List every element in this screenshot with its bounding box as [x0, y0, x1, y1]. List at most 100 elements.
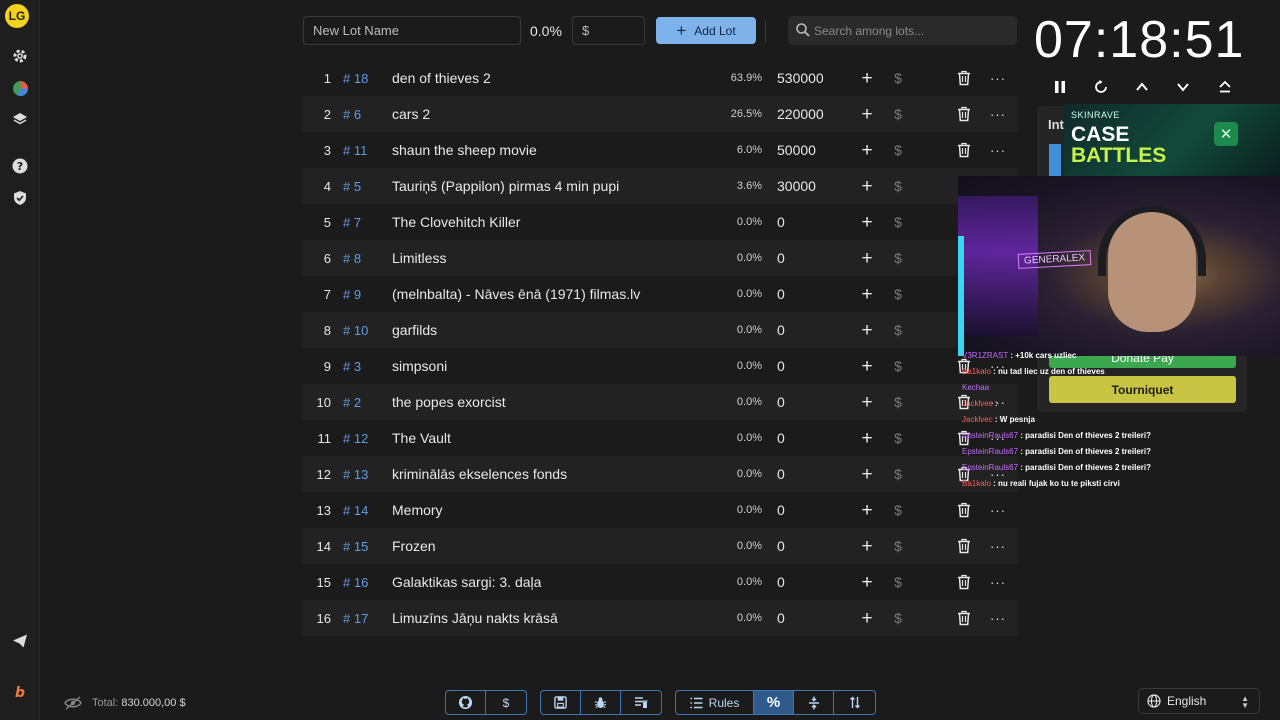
lot-amount[interactable]: 0	[777, 358, 785, 374]
lot-name[interactable]: Limuzīns Jāņu nakts krāsā	[392, 610, 558, 626]
donation-button[interactable]: $	[892, 250, 904, 266]
donation-button[interactable]: $	[892, 430, 904, 446]
lot-amount[interactable]: 0	[777, 394, 785, 410]
donation-button[interactable]: $	[892, 322, 904, 338]
language-select[interactable]: English ▲ ▼	[1138, 688, 1260, 714]
lot-id-link[interactable]: # 3	[343, 359, 361, 374]
add-amount-button[interactable]: +	[859, 249, 875, 268]
send-icon[interactable]	[10, 631, 30, 651]
donation-button[interactable]: $	[892, 358, 904, 374]
donation-button[interactable]: $	[892, 142, 904, 158]
lot-amount[interactable]: 0	[777, 502, 785, 518]
trash-icon[interactable]	[957, 502, 971, 518]
search-input[interactable]	[814, 16, 1014, 45]
pie-chart-icon[interactable]	[10, 78, 30, 98]
lot-amount[interactable]: 0	[777, 466, 785, 482]
donation-button[interactable]: $	[892, 286, 904, 302]
help-icon[interactable]: ?	[10, 156, 30, 176]
sort-button[interactable]	[834, 691, 875, 714]
donation-button[interactable]: $	[892, 538, 904, 554]
lot-name[interactable]: Tauriņš (Pappilon) pirmas 4 min pupi	[392, 178, 619, 194]
eye-off-icon[interactable]	[64, 696, 82, 710]
lot-amount[interactable]: 0	[777, 214, 785, 230]
lot-id-link[interactable]: # 11	[343, 143, 367, 158]
lot-name[interactable]: cars 2	[392, 106, 430, 122]
more-options-icon[interactable]: ···	[990, 539, 1005, 554]
more-options-icon[interactable]: ···	[990, 143, 1005, 158]
lot-name[interactable]: kriminālās ekselences fonds	[392, 466, 567, 482]
more-options-icon[interactable]: ···	[990, 503, 1005, 518]
rules-button[interactable]: Rules	[676, 691, 754, 714]
lot-id-link[interactable]: # 14	[343, 503, 368, 518]
brand-icon[interactable]: b	[10, 682, 30, 702]
lot-id-link[interactable]: # 16	[343, 575, 368, 590]
lot-name[interactable]: Galaktikas sargi: 3. daļa	[392, 574, 541, 590]
donation-button[interactable]: $	[892, 214, 904, 230]
avatar[interactable]: LG	[5, 4, 29, 28]
donation-button[interactable]: $	[892, 574, 904, 590]
donation-button[interactable]: $	[892, 466, 904, 482]
add-amount-button[interactable]: +	[859, 141, 875, 160]
lot-name[interactable]: the popes exorcist	[392, 394, 506, 410]
donation-button[interactable]: $	[892, 502, 904, 518]
donation-button[interactable]: $	[892, 610, 904, 626]
lot-name[interactable]: den of thieves 2	[392, 70, 491, 86]
add-amount-button[interactable]: +	[859, 321, 875, 340]
more-options-icon[interactable]: ···	[990, 575, 1005, 590]
add-amount-button[interactable]: +	[859, 285, 875, 304]
lot-id-link[interactable]: # 15	[343, 539, 368, 554]
lot-id-link[interactable]: # 8	[343, 251, 361, 266]
lot-amount[interactable]: 50000	[777, 142, 816, 158]
lot-name[interactable]: shaun the sheep movie	[392, 142, 537, 158]
save-button[interactable]	[541, 691, 581, 714]
lot-amount[interactable]: 530000	[777, 70, 824, 86]
lot-amount[interactable]: 30000	[777, 178, 816, 194]
more-options-icon[interactable]: ···	[990, 611, 1005, 626]
add-amount-button[interactable]: +	[859, 177, 875, 196]
percent-view-button[interactable]: %	[754, 691, 794, 714]
lot-id-link[interactable]: # 13	[343, 467, 368, 482]
lot-amount[interactable]: 0	[777, 286, 785, 302]
donation-button[interactable]: $	[892, 70, 904, 86]
lot-id-link[interactable]: # 2	[343, 395, 361, 410]
donate-button[interactable]: $	[486, 691, 526, 714]
trash-icon[interactable]	[957, 538, 971, 554]
lot-amount[interactable]: 0	[777, 538, 785, 554]
lot-amount[interactable]: 0	[777, 430, 785, 446]
pause-icon[interactable]	[1051, 78, 1069, 96]
donation-button[interactable]: $	[892, 178, 904, 194]
add-amount-button[interactable]: +	[859, 105, 875, 124]
clear-lots-button[interactable]	[621, 691, 661, 714]
trash-icon[interactable]	[957, 142, 971, 158]
trash-icon[interactable]	[957, 70, 971, 86]
lot-name[interactable]: Memory	[392, 502, 443, 518]
lot-id-link[interactable]: # 9	[343, 287, 361, 302]
add-amount-button[interactable]: +	[859, 465, 875, 484]
lot-name[interactable]: (melnbalta) - Nāves ēnā (1971) filmas.lv	[392, 286, 640, 302]
donation-button[interactable]: $	[892, 394, 904, 410]
add-amount-button[interactable]: +	[859, 69, 875, 88]
lot-amount[interactable]: 0	[777, 574, 785, 590]
add-amount-button[interactable]: +	[859, 429, 875, 448]
trash-icon[interactable]	[957, 610, 971, 626]
split-view-button[interactable]	[794, 691, 834, 714]
lot-id-link[interactable]: # 18	[343, 71, 368, 86]
chevron-down-icon[interactable]	[1174, 78, 1192, 96]
lot-id-link[interactable]: # 6	[343, 107, 361, 122]
new-lot-name-input[interactable]	[303, 16, 521, 45]
more-options-icon[interactable]: ···	[990, 71, 1005, 86]
lot-name[interactable]: simpsoni	[392, 358, 447, 374]
lot-id-link[interactable]: # 7	[343, 215, 361, 230]
add-lot-button[interactable]: + Add Lot	[656, 17, 756, 44]
add-amount-button[interactable]: +	[859, 609, 875, 628]
lot-amount[interactable]: 0	[777, 250, 785, 266]
shield-icon[interactable]	[10, 188, 30, 208]
lot-id-link[interactable]: # 17	[343, 611, 368, 626]
lot-name[interactable]: Frozen	[392, 538, 436, 554]
new-lot-amount-input[interactable]	[572, 16, 645, 45]
lot-amount[interactable]: 220000	[777, 106, 824, 122]
github-button[interactable]	[446, 691, 486, 714]
donation-button[interactable]: $	[892, 106, 904, 122]
lot-name[interactable]: The Vault	[392, 430, 451, 446]
trash-icon[interactable]	[957, 574, 971, 590]
